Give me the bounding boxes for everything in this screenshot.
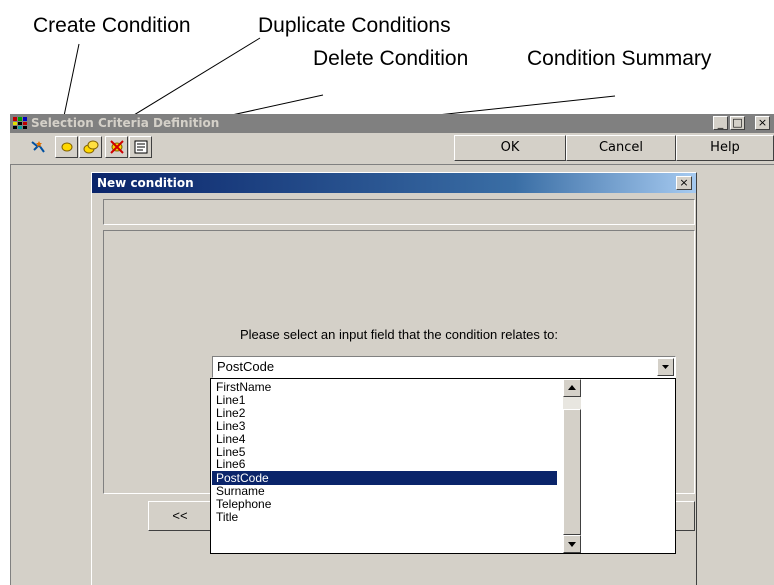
list-item[interactable]: Line4 xyxy=(212,433,557,445)
list-item-selected[interactable]: PostCode xyxy=(212,471,557,486)
list-item[interactable]: Line6 xyxy=(212,458,557,470)
app-icon xyxy=(13,117,27,129)
arrow-down-icon xyxy=(568,542,576,547)
wizard-icon xyxy=(31,141,45,153)
select-value: PostCode xyxy=(217,359,275,374)
condition-summary-button[interactable] xyxy=(129,136,152,158)
list-item[interactable]: Line1 xyxy=(212,394,557,406)
window-close-button[interactable]: × xyxy=(755,116,770,130)
create-condition-button[interactable] xyxy=(55,136,78,158)
window-help-button[interactable]: Help xyxy=(676,135,774,161)
cancel-button[interactable]: Cancel xyxy=(566,135,676,161)
input-field-select[interactable]: PostCode xyxy=(212,356,676,378)
window-title: Selection Criteria Definition xyxy=(31,116,220,130)
duplicate-conditions-button[interactable] xyxy=(79,136,102,158)
minimize-button[interactable]: _ xyxy=(713,116,728,130)
scroll-down-button[interactable] xyxy=(563,535,581,553)
list-item[interactable]: Line5 xyxy=(212,446,557,458)
window-titlebar: Selection Criteria Definition _ □ × xyxy=(10,114,774,133)
annotation-condition-summary: Condition Summary xyxy=(527,47,712,70)
dialog-prompt: Please select an input field that the co… xyxy=(240,327,558,342)
wizard-button[interactable] xyxy=(27,136,50,158)
dialog-title: New condition xyxy=(97,176,194,190)
list-item[interactable]: Title xyxy=(212,511,557,523)
list-item[interactable]: Surname xyxy=(212,485,557,497)
delete-condition-icon xyxy=(110,140,124,154)
condition-summary-icon xyxy=(134,140,148,154)
chevron-down-icon xyxy=(662,365,669,369)
dropdown-button[interactable] xyxy=(657,358,674,376)
input-field-dropdown-list: FirstName Line1 Line2 Line3 Line4 Line5 … xyxy=(210,378,676,554)
arrow-up-icon xyxy=(568,385,576,390)
duplicate-conditions-icon xyxy=(83,140,99,154)
list-item[interactable]: Line2 xyxy=(212,407,557,419)
dialog-header-panel xyxy=(103,199,695,225)
create-condition-icon xyxy=(61,142,73,152)
list-scrollbar[interactable] xyxy=(563,379,581,553)
dialog-titlebar: New condition × xyxy=(92,173,696,193)
annotation-duplicate-conditions: Duplicate Conditions xyxy=(258,14,451,37)
annotation-delete-condition: Delete Condition xyxy=(313,47,469,70)
maximize-button[interactable]: □ xyxy=(730,116,745,130)
scroll-thumb[interactable] xyxy=(563,409,581,535)
list-item[interactable]: Line3 xyxy=(212,420,557,432)
annotation-create-condition: Create Condition xyxy=(33,14,191,37)
scroll-up-button[interactable] xyxy=(563,379,581,397)
list-item[interactable]: FirstName xyxy=(212,381,557,393)
list-item[interactable]: Telephone xyxy=(212,498,557,510)
dialog-close-button[interactable]: × xyxy=(676,176,692,190)
ok-button[interactable]: OK xyxy=(454,135,566,161)
back-button[interactable]: << xyxy=(148,501,212,531)
delete-condition-button[interactable] xyxy=(105,136,128,158)
